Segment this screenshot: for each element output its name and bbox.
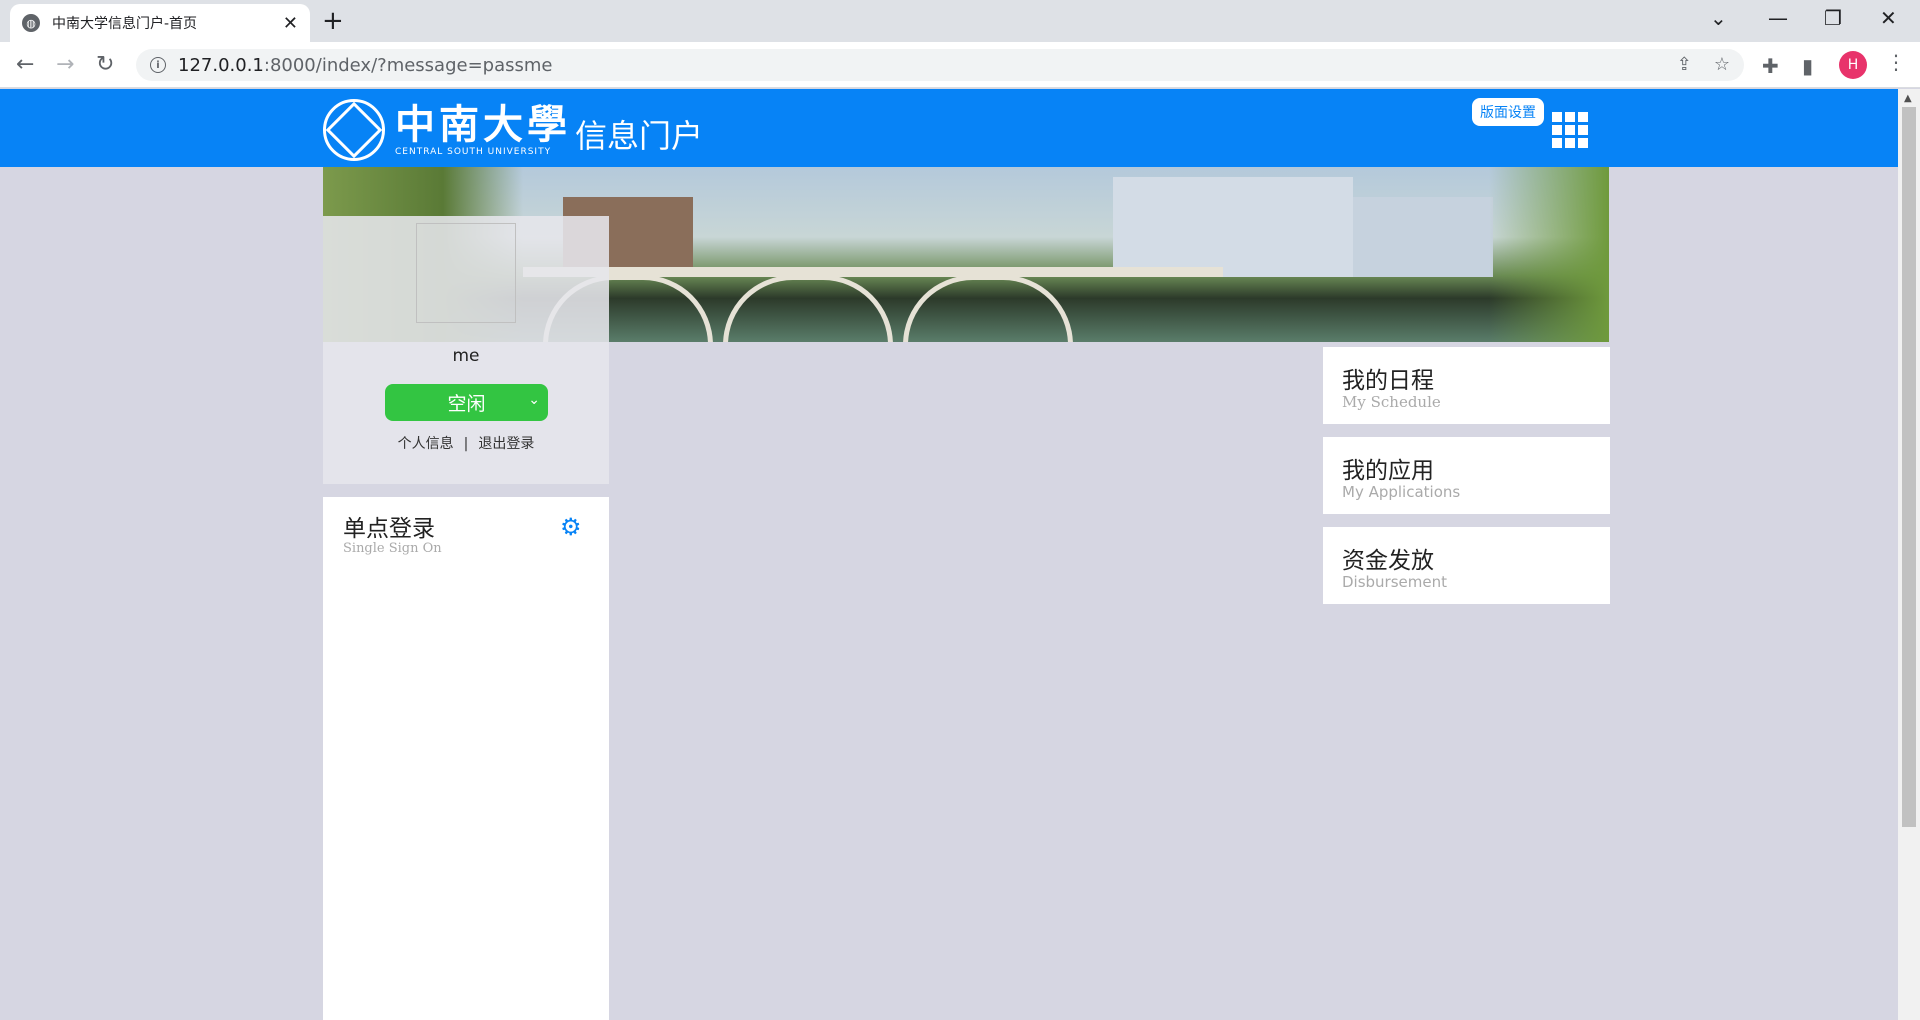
menu-kebab-icon[interactable]: ⋮ (1886, 50, 1906, 74)
card-disbursement[interactable]: 资金发放 Disbursement (1323, 527, 1610, 604)
chevron-down-icon: ⌄ (528, 392, 540, 408)
gear-icon[interactable]: ⚙ (560, 513, 582, 541)
new-tab-icon[interactable]: + (322, 6, 344, 36)
university-logo[interactable]: 中南大學 CENTRAL SOUTH UNIVERSITY (323, 99, 571, 161)
restore-icon[interactable]: ❐ (1824, 6, 1842, 30)
sso-subtitle: Single Sign On (343, 541, 442, 556)
extensions-icon[interactable]: ✚ (1762, 54, 1779, 78)
scrollbar-thumb[interactable] (1902, 107, 1916, 827)
minimize-icon[interactable]: — (1768, 6, 1788, 30)
globe-icon: ◍ (22, 14, 40, 32)
app-grid-icon[interactable] (1552, 112, 1588, 148)
card-subtitle: My Schedule (1342, 393, 1441, 411)
site-header: 中南大學 CENTRAL SOUTH UNIVERSITY 信息门户 版面设置 (0, 89, 1898, 167)
card-title: 我的日程 (1342, 368, 1434, 394)
tab-strip: ◍ 中南大学信息门户-首页 ✕ + ⌄ — ❐ ✕ (0, 0, 1920, 42)
avatar (416, 223, 516, 323)
scroll-up-icon[interactable]: ▲ (1904, 93, 1912, 104)
username: me (452, 346, 480, 366)
share-icon[interactable]: ⇪ (1677, 54, 1692, 75)
browser-toolbar: ← → ↻ i 127.0.0.1:8000/index/?message=pa… (0, 42, 1920, 88)
card-title: 我的应用 (1342, 458, 1434, 484)
card-subtitle: My Applications (1342, 483, 1461, 501)
tab-title: 中南大学信息门户-首页 (52, 16, 198, 32)
card-subtitle: Disbursement (1342, 573, 1447, 591)
logo-chinese: 中南大學 (395, 101, 571, 148)
status-value: 空闲 (447, 393, 486, 415)
logout-link[interactable]: 退出登录 (478, 436, 534, 452)
card-title: 资金发放 (1342, 548, 1434, 574)
portal-title: 信息门户 (575, 117, 704, 155)
personal-info-link[interactable]: 个人信息 (398, 436, 454, 452)
logo-english: CENTRAL SOUTH UNIVERSITY (395, 147, 552, 157)
side-panel-icon[interactable]: ▮ (1802, 54, 1813, 78)
close-tab-icon[interactable]: ✕ (283, 13, 298, 34)
profile-avatar[interactable]: H (1839, 51, 1867, 79)
card-my-applications[interactable]: 我的应用 My Applications (1323, 437, 1610, 514)
back-icon[interactable]: ← (16, 52, 34, 77)
seal-icon (323, 99, 385, 161)
sso-panel: 单点登录 Single Sign On ⚙ (323, 497, 609, 1020)
sso-title: 单点登录 (343, 516, 435, 542)
user-profile-panel: me 空闲 ⌄ 个人信息 | 退出登录 (323, 216, 609, 484)
profile-links: 个人信息 | 退出登录 (397, 436, 535, 452)
bookmark-star-icon[interactable]: ☆ (1714, 54, 1730, 75)
status-select[interactable]: 空闲 ⌄ (385, 384, 548, 421)
url-text: 127.0.0.1:8000/index/?message=passme (178, 54, 553, 76)
site-info-icon[interactable]: i (150, 57, 166, 73)
window-close-icon[interactable]: ✕ (1880, 6, 1897, 30)
forward-icon[interactable]: → (56, 52, 74, 77)
browser-tab[interactable]: ◍ 中南大学信息门户-首页 ✕ (10, 4, 310, 42)
vertical-scrollbar[interactable]: ▲ (1898, 89, 1920, 1020)
reload-icon[interactable]: ↻ (96, 52, 114, 77)
address-bar[interactable]: i 127.0.0.1:8000/index/?message=passme ⇪… (136, 49, 1744, 81)
tab-search-icon[interactable]: ⌄ (1710, 6, 1727, 30)
page-viewport: 中南大學 CENTRAL SOUTH UNIVERSITY 信息门户 版面设置 … (0, 89, 1898, 1020)
layout-settings-button[interactable]: 版面设置 (1472, 98, 1544, 126)
card-my-schedule[interactable]: 我的日程 My Schedule (1323, 347, 1610, 424)
